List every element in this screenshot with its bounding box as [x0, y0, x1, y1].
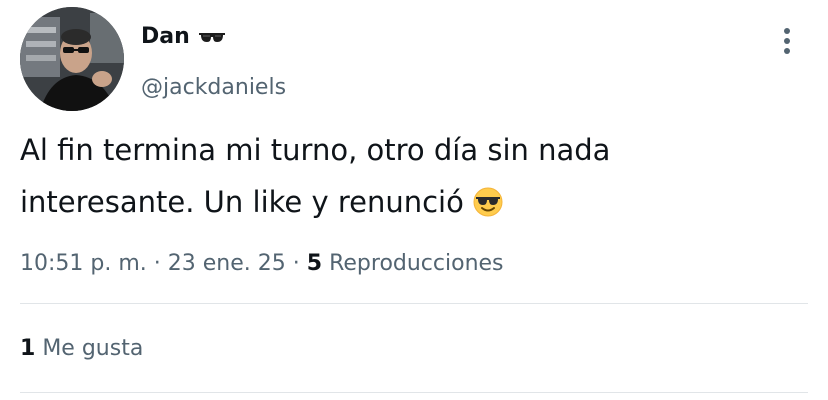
views-count: 5 — [306, 251, 323, 276]
display-name-text: Dan — [141, 24, 190, 49]
display-name[interactable]: Dan — [141, 24, 226, 49]
avatar[interactable] — [20, 7, 124, 111]
sunglasses-icon — [198, 32, 225, 42]
likes-label: Me gusta — [42, 336, 144, 361]
tweet-date[interactable]: 23 ene. 25 — [168, 251, 286, 276]
user-handle[interactable]: @jackdaniels — [141, 75, 286, 100]
smiling-face-with-sunglasses-icon — [473, 187, 503, 217]
likes-count: 1 — [20, 336, 36, 361]
divider — [20, 392, 808, 393]
tweet-text-line-2-text: interesante. Un like y renunció — [20, 185, 464, 219]
likes-link[interactable]: 1 Me gusta — [20, 336, 143, 361]
tweet-meta: 10:51 p. m. · 23 ene. 25 · 5 Reproduccio… — [20, 251, 504, 276]
divider — [20, 303, 808, 304]
tweet-card: Dan @jackdaniels Al fin termina mi turno… — [0, 0, 828, 400]
views-label: Reproducciones — [329, 251, 504, 276]
tweet-text: Al fin termina mi turno, otro día sin na… — [20, 124, 780, 228]
tweet-text-line-2: interesante. Un like y renunció — [20, 176, 780, 228]
tweet-text-line-1: Al fin termina mi turno, otro día sin na… — [20, 133, 611, 167]
avatar-photo-icon — [20, 7, 124, 111]
tweet-time[interactable]: 10:51 p. m. — [20, 251, 147, 276]
meta-separator: · — [153, 251, 161, 276]
more-options-icon[interactable] — [778, 26, 796, 56]
meta-separator: · — [292, 251, 300, 276]
